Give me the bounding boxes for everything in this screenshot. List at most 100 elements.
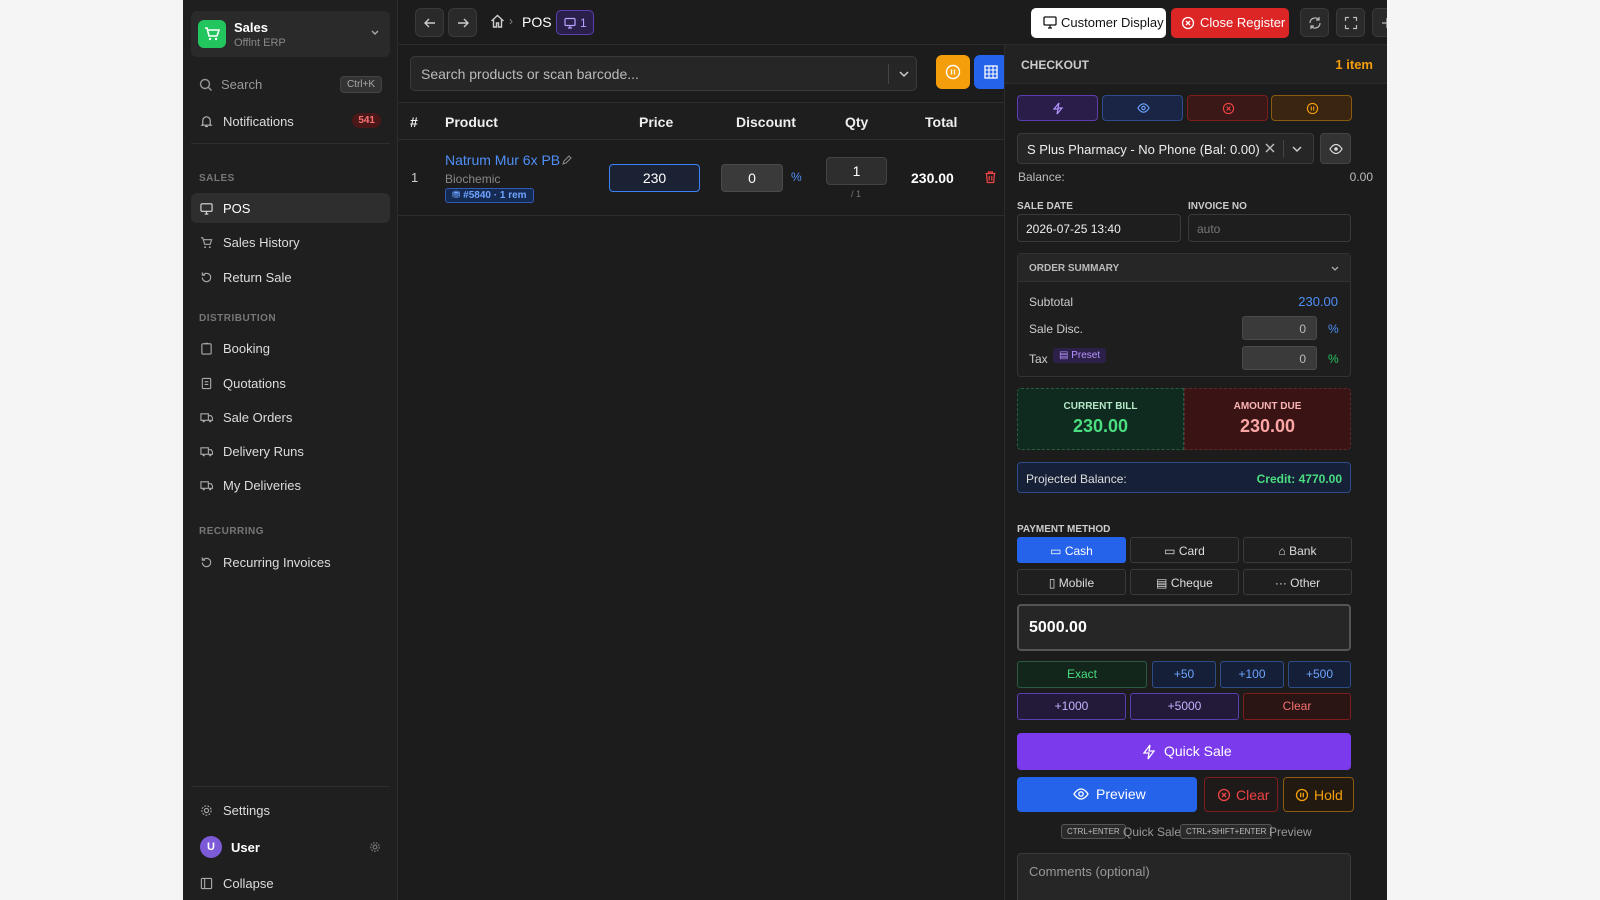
sidebar-item-pos[interactable]: POS [191, 193, 390, 223]
chevron-down-icon [370, 26, 380, 41]
amount-due-label: AMOUNT DUE [1233, 401, 1302, 412]
sidebar-item-booking[interactable]: Booking [191, 333, 390, 363]
sidebar-item-collapse[interactable]: Collapse [191, 868, 390, 898]
new-tab-button[interactable] [1372, 8, 1387, 37]
col-qty: Qty [845, 114, 869, 130]
sidebar-item-notifications[interactable]: Notifications 541 [191, 106, 390, 136]
projected-balance: Projected Balance: Credit: 4770.00 [1017, 462, 1351, 493]
view-customer-button[interactable] [1320, 133, 1351, 164]
payment-mobile-button[interactable]: ▯ Mobile [1017, 569, 1126, 595]
sale-discount-input[interactable]: 0 [1242, 316, 1317, 340]
fullscreen-button[interactable] [1336, 8, 1365, 37]
brand-name: Sales [234, 20, 268, 35]
add-50-button[interactable]: +50 [1152, 661, 1216, 688]
order-summary-title: ORDER SUMMARY [1029, 263, 1120, 274]
product-search[interactable] [410, 56, 917, 91]
add-1000-button[interactable]: +1000 [1017, 693, 1126, 720]
add-100-button[interactable]: +100 [1220, 661, 1284, 688]
search-icon [199, 78, 212, 91]
quick-mode-button[interactable] [1017, 95, 1098, 121]
close-icon[interactable] [1264, 142, 1276, 154]
lightning-icon [1142, 744, 1156, 760]
held-sales-button[interactable] [936, 55, 970, 89]
customer-select[interactable]: S Plus Pharmacy - No Phone (Bal: 0.00) [1017, 133, 1314, 164]
tax-type-toggle[interactable]: % [1328, 352, 1339, 366]
col-total: Total [925, 114, 958, 130]
breadcrumb[interactable]: POS [522, 14, 552, 30]
customer-display-button[interactable]: Customer Display [1031, 8, 1166, 38]
open-tabs-button[interactable]: 1 [556, 10, 594, 35]
invoice-no-input[interactable]: auto [1188, 214, 1351, 242]
sidebar-collapse-icon [200, 877, 213, 890]
sidebar-item-recurring-invoices[interactable]: Recurring Invoices [191, 547, 390, 577]
add-5000-button[interactable]: +5000 [1130, 693, 1239, 720]
payment-cash-button[interactable]: ▭ Cash [1017, 537, 1126, 563]
sidebar-item-label: My Deliveries [223, 478, 302, 493]
back-button[interactable] [415, 8, 444, 37]
clear-sale-button[interactable]: Clear [1204, 777, 1278, 812]
product-name-link[interactable]: Natrum Mur 6x PB [445, 152, 560, 168]
balance-label: Balance: [1018, 170, 1065, 184]
open-tabs-count: 1 [580, 16, 587, 30]
avatar[interactable]: U [200, 836, 222, 858]
subtotal-label: Subtotal [1029, 295, 1074, 309]
sale-date-input[interactable]: 2026-07-25 13:40 [1017, 214, 1181, 242]
shortcut-key: CTRL+SHIFT+ENTER [1180, 824, 1273, 839]
quantity-input[interactable]: 1 [826, 157, 887, 185]
preview-button[interactable]: Preview [1017, 777, 1197, 812]
quick-sale-button[interactable]: Quick Sale [1017, 733, 1351, 770]
gear-icon[interactable] [369, 841, 381, 853]
shortcut-key: CTRL+ENTER [1061, 824, 1126, 839]
sidebar-item-delivery-runs[interactable]: Delivery Runs [191, 436, 390, 466]
current-bill-label: CURRENT BILL [1063, 401, 1138, 412]
checkout-panel: CHECKOUT 1 item S Plus Pharmacy - No Pho… [1004, 45, 1387, 900]
sidebar-item-sales-history[interactable]: Sales History [191, 227, 390, 257]
payment-bank-button[interactable]: ⌂ Bank [1243, 537, 1352, 563]
product-search-input[interactable] [421, 57, 881, 90]
price-input[interactable]: 230 [609, 164, 700, 192]
customer-select-divider [1283, 140, 1284, 158]
batch-tag[interactable]: ⛃ #5840 · 1 rem [445, 188, 534, 203]
pause-circle-icon [1306, 102, 1319, 115]
refresh-button[interactable] [1300, 8, 1329, 37]
chevron-down-icon[interactable] [1291, 143, 1303, 155]
discount-input[interactable]: 0 [721, 164, 783, 192]
quick-sale-label: Quick Sale [1164, 743, 1232, 759]
sidebar-item-my-deliveries[interactable]: My Deliveries [191, 470, 390, 500]
tax-preset-button[interactable]: ▤ Preset [1053, 348, 1107, 363]
amount-due-card: AMOUNT DUE 230.00 [1184, 388, 1351, 450]
amount-tendered-input[interactable]: 5000.00 [1017, 604, 1351, 651]
hold-sale-button[interactable]: Hold [1283, 777, 1354, 812]
sale-discount-type-toggle[interactable]: % [1328, 322, 1339, 336]
add-500-button[interactable]: +500 [1288, 661, 1351, 688]
order-summary-toggle[interactable]: ORDER SUMMARY [1018, 254, 1350, 282]
payment-cheque-button[interactable]: ▤ Cheque [1130, 569, 1239, 595]
payment-other-button[interactable]: ··· Other [1243, 569, 1352, 595]
trash-icon[interactable] [984, 170, 997, 184]
app-switcher[interactable]: Sales Offlnt ERP [191, 11, 390, 57]
sidebar-item-quotations[interactable]: Quotations [191, 368, 390, 398]
close-register-button[interactable]: Close Register [1171, 8, 1289, 38]
expand-icon [1344, 16, 1358, 30]
exact-amount-button[interactable]: Exact [1017, 661, 1147, 688]
sidebar-search[interactable]: Search Ctrl+K [191, 72, 390, 98]
tax-input[interactable]: 0 [1242, 346, 1317, 370]
hold-mode-button[interactable] [1271, 95, 1352, 121]
grid-view-button[interactable] [974, 55, 1008, 89]
comments-input[interactable]: Comments (optional) [1017, 853, 1351, 900]
payment-card-button[interactable]: ▭ Card [1130, 537, 1239, 563]
cancel-mode-button[interactable] [1187, 95, 1268, 121]
chevron-down-icon[interactable] [898, 68, 910, 80]
home-icon[interactable] [490, 14, 505, 28]
discount-type-toggle[interactable]: % [791, 170, 802, 184]
preview-mode-button[interactable] [1102, 95, 1183, 121]
sidebar-item-sale-orders[interactable]: Sale Orders [191, 402, 390, 432]
forward-button[interactable] [448, 8, 477, 37]
pencil-icon[interactable] [561, 154, 573, 166]
clear-amount-button[interactable]: Clear [1243, 693, 1351, 720]
sidebar-item-return-sale[interactable]: Return Sale [191, 262, 390, 292]
sidebar-item-settings[interactable]: Settings [191, 795, 390, 825]
payment-method-label: PAYMENT METHOD [1017, 524, 1111, 535]
product-panel: # Product Price Discount Qty Total 1 Nat… [398, 45, 1008, 900]
sidebar-item-label: Delivery Runs [223, 444, 304, 459]
